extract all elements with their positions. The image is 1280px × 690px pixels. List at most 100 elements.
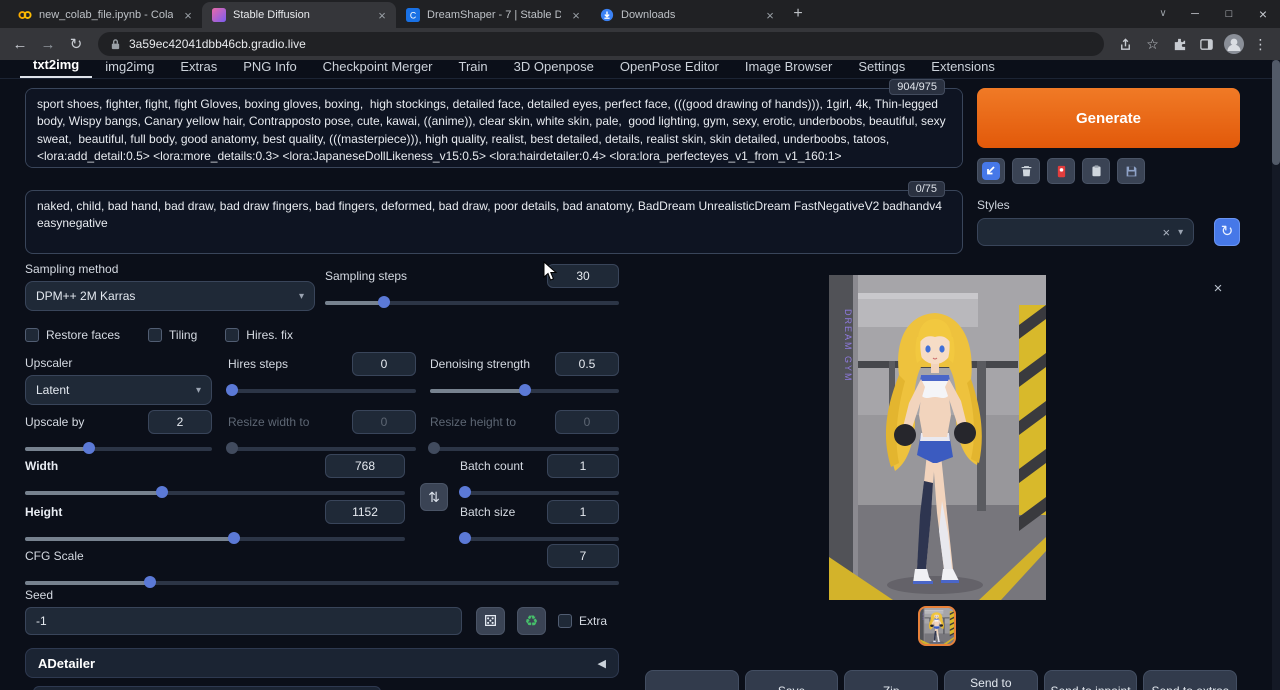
cfg-scale-slider[interactable] xyxy=(25,576,619,588)
browser-tab-stable-diffusion[interactable]: Stable Diffusion × xyxy=(202,2,396,28)
address-bar[interactable]: 3a59ec42041dbb46cb.gradio.live xyxy=(98,32,1104,56)
sampling-method-dropdown[interactable]: DPM++ 2M Karras ▾ xyxy=(25,281,315,311)
tab-checkpoint-merger[interactable]: Checkpoint Merger xyxy=(310,57,446,78)
height-input[interactable] xyxy=(325,500,405,524)
adetailer-accordion[interactable]: ADetailer ◀ xyxy=(25,648,619,678)
hires-fix-checkbox[interactable] xyxy=(225,328,239,342)
styles-clear-icon[interactable]: × xyxy=(1162,225,1170,240)
paste-params-button[interactable] xyxy=(977,158,1005,184)
scrollbar-thumb[interactable] xyxy=(1272,60,1280,165)
gallery-thumbnail[interactable] xyxy=(918,606,956,646)
tab-search-icon[interactable]: ∨ xyxy=(1148,0,1178,28)
clear-prompt-button[interactable] xyxy=(1012,158,1040,184)
restore-faces-option[interactable]: Restore faces xyxy=(25,328,120,342)
resize-height-slider[interactable] xyxy=(430,442,619,454)
tiling-checkbox[interactable] xyxy=(148,328,162,342)
save-button[interactable]: Save xyxy=(745,670,839,690)
tab-image-browser[interactable]: Image Browser xyxy=(732,57,845,78)
batch-count-slider[interactable] xyxy=(460,486,619,498)
next-section-panel[interactable] xyxy=(33,686,381,690)
cfg-scale-input[interactable] xyxy=(547,544,619,568)
zip-button[interactable]: Zip xyxy=(844,670,938,690)
extra-seed-checkbox[interactable] xyxy=(558,614,572,628)
upscaler-value: Latent xyxy=(36,383,196,397)
send-to-img2img-button[interactable]: Send to img2img xyxy=(944,670,1038,690)
bookmark-star-icon[interactable]: ☆ xyxy=(1139,34,1166,54)
tab-settings[interactable]: Settings xyxy=(845,57,918,78)
upscale-by-input[interactable] xyxy=(148,410,212,434)
resize-width-slider[interactable] xyxy=(228,442,416,454)
denoising-strength-input[interactable] xyxy=(555,352,619,376)
upscaler-dropdown[interactable]: Latent ▾ xyxy=(25,375,212,405)
styles-dropdown[interactable]: × ▾ xyxy=(977,218,1194,246)
tiling-option[interactable]: Tiling xyxy=(148,328,197,342)
tab-png-info[interactable]: PNG Info xyxy=(230,57,309,78)
restore-faces-checkbox[interactable] xyxy=(25,328,39,342)
batch-count-input[interactable] xyxy=(547,454,619,478)
save-style-button[interactable] xyxy=(1117,158,1145,184)
resize-width-input[interactable] xyxy=(352,410,416,434)
tab-txt2img[interactable]: txt2img xyxy=(20,55,92,78)
window-close-button[interactable]: × xyxy=(1246,0,1280,28)
resize-height-input[interactable] xyxy=(555,410,619,434)
open-folder-button[interactable] xyxy=(645,670,739,690)
refresh-styles-button[interactable]: ↻ xyxy=(1214,218,1240,246)
new-tab-button[interactable]: + xyxy=(784,2,812,28)
height-slider[interactable] xyxy=(25,532,405,544)
profile-avatar[interactable] xyxy=(1220,34,1247,54)
tab-extras[interactable]: Extras xyxy=(167,57,230,78)
sampling-steps-slider[interactable] xyxy=(325,296,619,308)
tab-3d-openpose[interactable]: 3D Openpose xyxy=(501,57,607,78)
sampling-steps-input[interactable] xyxy=(547,264,619,288)
width-input[interactable] xyxy=(325,454,405,478)
share-icon[interactable] xyxy=(1112,34,1139,54)
url-text: 3a59ec42041dbb46cb.gradio.live xyxy=(129,37,306,51)
browser-tab-colab[interactable]: new_colab_file.ipynb - Colaborat... × xyxy=(8,2,202,28)
upscale-by-slider[interactable] xyxy=(25,442,212,454)
page-scrollbar[interactable] xyxy=(1272,60,1280,690)
extra-seed-option[interactable]: Extra xyxy=(558,614,607,628)
feature-checkbox-row: Restore faces Tiling Hires. fix xyxy=(25,328,293,342)
window-minimize-button[interactable]: ─ xyxy=(1178,0,1212,28)
prompt-input[interactable]: sport shoes, fighter, fight, fight Glove… xyxy=(25,88,963,168)
apply-styles-button[interactable] xyxy=(1082,158,1110,184)
clipboard-icon xyxy=(1090,164,1103,178)
browser-tab-downloads[interactable]: Downloads × xyxy=(590,2,784,28)
tab-close-icon[interactable]: × xyxy=(762,8,778,23)
tab-train[interactable]: Train xyxy=(446,57,501,78)
generated-image[interactable] xyxy=(829,275,1046,600)
tab-img2img[interactable]: img2img xyxy=(92,57,167,78)
width-slider[interactable] xyxy=(25,486,405,498)
reload-icon[interactable]: ↻ xyxy=(62,35,90,53)
tab-openpose-editor[interactable]: OpenPose Editor xyxy=(607,57,732,78)
tab-close-icon[interactable]: × xyxy=(180,8,196,23)
random-seed-button[interactable]: ⚄ xyxy=(476,607,505,635)
reuse-seed-button[interactable]: ♻ xyxy=(517,607,546,635)
denoising-strength-slider[interactable] xyxy=(430,384,619,396)
generate-button[interactable]: Generate xyxy=(977,88,1240,148)
seed-input[interactable] xyxy=(25,607,462,635)
gallery-close-icon[interactable]: × xyxy=(1209,280,1227,297)
hires-steps-slider[interactable] xyxy=(228,384,416,396)
extra-networks-button[interactable] xyxy=(1047,158,1075,184)
extensions-puzzle-icon[interactable] xyxy=(1166,34,1193,54)
tab-close-icon[interactable]: × xyxy=(374,8,390,23)
browser-menu-icon[interactable]: ⋮ xyxy=(1247,34,1274,54)
forward-icon[interactable]: → xyxy=(34,36,62,53)
tab-close-icon[interactable]: × xyxy=(568,8,584,23)
batch-size-slider[interactable] xyxy=(460,532,619,544)
tab-extensions[interactable]: Extensions xyxy=(918,57,1008,78)
send-to-inpaint-button[interactable]: Send to inpaint xyxy=(1044,670,1138,690)
hires-fix-option[interactable]: Hires. fix xyxy=(225,328,293,342)
batch-size-input[interactable] xyxy=(547,500,619,524)
hires-steps-input[interactable] xyxy=(352,352,416,376)
send-to-extras-button[interactable]: Send to extras xyxy=(1143,670,1237,690)
window-maximize-button[interactable]: □ xyxy=(1212,0,1246,28)
side-panel-icon[interactable] xyxy=(1193,34,1220,54)
tiling-label: Tiling xyxy=(169,328,197,342)
back-icon[interactable]: ← xyxy=(6,36,34,53)
swap-dimensions-button[interactable]: ⇅ xyxy=(420,483,448,511)
batch-count-field: Batch count xyxy=(460,454,619,498)
browser-tab-dreamshaper[interactable]: C DreamShaper - 7 | Stable Diffusi... × xyxy=(396,2,590,28)
negative-prompt-input[interactable]: naked, child, bad hand, bad draw, bad dr… xyxy=(25,190,963,254)
